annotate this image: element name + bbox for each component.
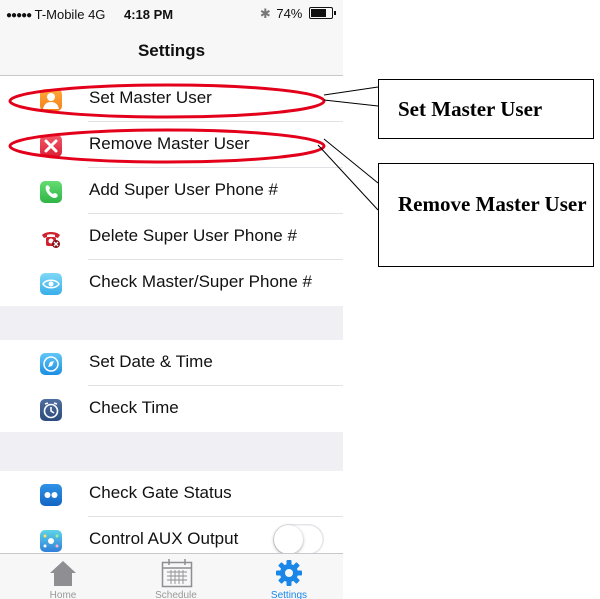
- row-label: Delete Super User Phone #: [89, 226, 297, 245]
- tab-home[interactable]: Home: [23, 554, 103, 599]
- battery-icon: [309, 7, 336, 19]
- row-label: Control AUX Output: [89, 529, 239, 548]
- tab-bar: Home Schedule Settings: [0, 553, 343, 599]
- row-check-time[interactable]: Check Time: [0, 386, 343, 432]
- home-icon: [50, 561, 76, 586]
- aux-output-toggle[interactable]: [273, 524, 324, 555]
- phone-icon: [40, 181, 62, 203]
- navigation-bar: Settings: [0, 26, 343, 76]
- tab-settings[interactable]: Settings: [249, 554, 329, 599]
- calendar-icon: [161, 559, 193, 588]
- row-label: Set Master User: [89, 88, 212, 107]
- bluetooth-icon: ✱: [259, 6, 271, 21]
- settings-group-users: Set Master User Remove Master User Add S…: [0, 76, 343, 306]
- tab-label: Schedule: [155, 590, 197, 599]
- row-set-master-user[interactable]: Set Master User: [0, 76, 343, 122]
- eye-icon: [40, 273, 62, 295]
- row-check-gate-status[interactable]: Check Gate Status: [0, 471, 343, 517]
- page-title: Settings: [137, 41, 206, 60]
- row-add-super-user-phone[interactable]: Add Super User Phone #: [0, 168, 343, 214]
- row-label: Add Super User Phone #: [89, 180, 279, 199]
- network-type: 4G: [88, 7, 106, 22]
- compass-icon: [40, 353, 62, 375]
- tab-schedule[interactable]: Schedule: [136, 554, 216, 599]
- phone-screen: ●●●●● T-Mobile 4G 4:18 PM ✱ 74% Settings…: [0, 0, 343, 599]
- row-label: Set Date & Time: [89, 352, 213, 371]
- battery-percent: 74%: [276, 6, 303, 21]
- row-label: Check Time: [89, 398, 179, 417]
- callout-remove-master-user: Remove Master User: [378, 163, 594, 267]
- tab-label: Settings: [270, 590, 308, 599]
- carrier-name: T-Mobile: [34, 7, 85, 22]
- callout-text: Set Master User: [398, 97, 543, 121]
- row-check-master-super-phone[interactable]: Check Master/Super Phone #: [0, 260, 343, 306]
- tab-label: Home: [49, 590, 77, 599]
- status-time: 4:18 PM: [124, 7, 174, 22]
- row-set-date-time[interactable]: Set Date & Time: [0, 340, 343, 386]
- row-label: Remove Master User: [89, 134, 250, 153]
- callout-text: Remove Master User: [398, 192, 587, 216]
- red-phone-icon: [40, 227, 62, 249]
- dots-icon: [40, 484, 62, 506]
- person-icon: [40, 89, 62, 111]
- callout-set-master-user: Set Master User: [378, 79, 594, 139]
- settings-group-time: Set Date & Time Check Time: [0, 340, 343, 432]
- sparkle-icon: [40, 530, 62, 552]
- row-label: Check Gate Status: [89, 483, 232, 502]
- clock-icon: [40, 399, 62, 421]
- gear-icon: [276, 560, 302, 586]
- signal-strength-icon: ●●●●●: [6, 10, 32, 21]
- row-delete-super-user-phone[interactable]: Delete Super User Phone #: [0, 214, 343, 260]
- status-right: ✱ 74%: [259, 6, 336, 22]
- x-icon: [40, 135, 62, 157]
- settings-group-gate: Check Gate Status Control AUX Output: [0, 471, 343, 563]
- status-bar: ●●●●● T-Mobile 4G 4:18 PM ✱ 74%: [0, 0, 343, 26]
- carrier-info: ●●●●● T-Mobile 4G: [6, 7, 105, 22]
- row-remove-master-user[interactable]: Remove Master User: [0, 122, 343, 168]
- row-label: Check Master/Super Phone #: [89, 272, 313, 291]
